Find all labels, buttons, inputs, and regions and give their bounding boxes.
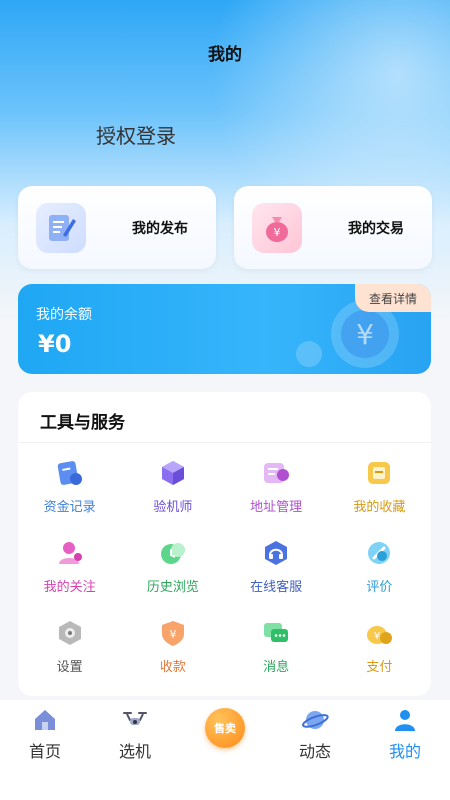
- tool-fund-record[interactable]: 资金记录: [18, 454, 121, 534]
- tools-title: 工具与服务: [40, 413, 125, 433]
- divider: [18, 442, 431, 443]
- login-link[interactable]: 授权登录: [96, 120, 176, 149]
- message-icon: [264, 623, 289, 642]
- cube-icon: [161, 461, 184, 485]
- planet-icon: [302, 711, 329, 729]
- tool-inspector[interactable]: 验机师: [121, 454, 224, 534]
- my-posts-label: 我的发布: [132, 220, 188, 237]
- tool-label: 收款: [159, 660, 186, 675]
- rating-icon: [368, 542, 391, 564]
- tool-label: 验机师: [153, 500, 193, 515]
- tab-profile[interactable]: 我的: [360, 706, 450, 762]
- sell-button[interactable]: 售卖: [205, 708, 245, 748]
- tool-favorites[interactable]: 我的收藏: [328, 454, 431, 534]
- my-trades-label: 我的交易: [348, 220, 404, 237]
- tool-grid: 资金记录 验机师 地址管理 我的收藏 我的关注 历史浏览 在线客服 评价 设置 …: [18, 454, 431, 694]
- my-trades-card[interactable]: ¥ 我的交易: [234, 186, 432, 269]
- tool-receive-payment[interactable]: ¥ 收款: [121, 614, 224, 694]
- page-title: 我的: [208, 45, 242, 65]
- tool-address[interactable]: 地址管理: [225, 454, 328, 534]
- sell-label: 售卖: [214, 722, 236, 735]
- tab-label: 首页: [28, 742, 61, 761]
- svg-text:¥: ¥: [356, 318, 374, 351]
- tool-rating[interactable]: 评价: [328, 534, 431, 614]
- tab-label: 动态: [298, 742, 331, 761]
- home-icon: [35, 710, 55, 730]
- tool-payment[interactable]: ¥ 支付: [328, 614, 431, 694]
- tab-feed[interactable]: 动态: [270, 706, 360, 762]
- follow-icon: [58, 542, 82, 564]
- tool-following[interactable]: 我的关注: [18, 534, 121, 614]
- tab-home[interactable]: 首页: [0, 706, 90, 762]
- tool-label: 消息: [263, 660, 290, 675]
- tools-section: 工具与服务 资金记录 验机师 地址管理 我的收藏 我的关注 历史浏览 在线客服 …: [18, 392, 431, 696]
- receive-payment-icon: ¥: [161, 621, 184, 646]
- money-bag-icon: ¥: [252, 202, 302, 253]
- my-posts-card[interactable]: 我的发布: [18, 186, 216, 269]
- tool-label: 设置: [56, 660, 83, 675]
- tab-drones[interactable]: 选机: [90, 706, 180, 762]
- tool-label: 评价: [366, 580, 393, 595]
- balance-label: 我的余额: [36, 307, 92, 323]
- tab-label: 我的: [388, 742, 421, 761]
- balance-card[interactable]: 我的余额 ¥0 ¥ 查看详情: [18, 284, 431, 374]
- tool-label: 在线客服: [250, 580, 303, 595]
- tool-settings[interactable]: 设置: [18, 614, 121, 694]
- document-edit-icon: [36, 202, 86, 253]
- tool-label: 我的关注: [43, 580, 96, 595]
- svg-text:¥: ¥: [374, 631, 380, 642]
- svg-text:¥: ¥: [169, 628, 176, 641]
- favorite-icon: [368, 462, 391, 484]
- tool-label: 资金记录: [43, 500, 96, 515]
- address-icon: [264, 463, 290, 483]
- profile-icon: [395, 710, 415, 731]
- tool-label: 地址管理: [250, 500, 303, 515]
- balance-value: ¥0: [38, 330, 72, 358]
- view-details-button[interactable]: 查看详情: [355, 284, 431, 312]
- settings-icon: [58, 621, 81, 645]
- bottom-tab-bar: 首页 选机 售卖 动态 我的: [0, 700, 450, 800]
- fund-record-icon: [57, 461, 82, 485]
- tool-messages[interactable]: 消息: [225, 614, 328, 694]
- history-icon: [160, 543, 185, 564]
- payment-icon: ¥: [367, 626, 393, 644]
- drone-icon: [123, 712, 147, 725]
- tab-label: 选机: [118, 742, 151, 761]
- tool-customer-service[interactable]: 在线客服: [225, 534, 328, 614]
- tool-label: 我的收藏: [353, 500, 406, 515]
- tool-label: 历史浏览: [146, 580, 199, 595]
- svg-text:¥: ¥: [274, 226, 281, 239]
- tool-history[interactable]: 历史浏览: [121, 534, 224, 614]
- tool-label: 支付: [366, 660, 393, 675]
- headset-icon: [265, 541, 288, 565]
